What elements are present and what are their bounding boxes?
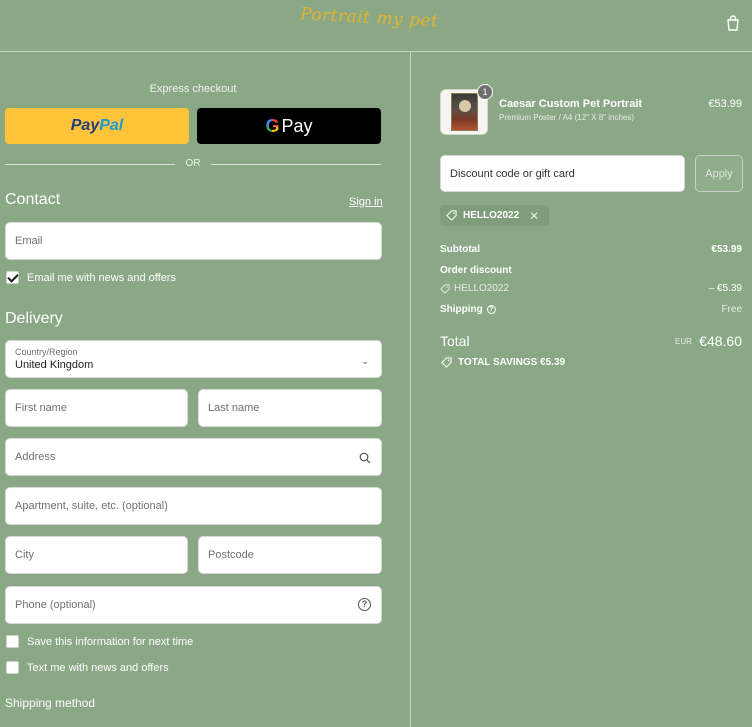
total-savings: TOTAL SAVINGS €5.39 xyxy=(441,357,565,368)
pet-portrait-image xyxy=(451,93,478,131)
subtotal-label: Subtotal xyxy=(440,244,480,255)
total-savings-label: TOTAL SAVINGS €5.39 xyxy=(458,357,566,368)
sign-in-link[interactable]: Sign in xyxy=(349,196,383,208)
search-icon xyxy=(359,452,371,464)
help-icon[interactable]: ? xyxy=(486,305,496,314)
last-name-field[interactable]: Last name xyxy=(198,389,382,427)
delivery-title: Delivery xyxy=(5,310,63,327)
tag-icon xyxy=(446,210,457,221)
email-field[interactable]: Email xyxy=(5,222,382,260)
email-news-checkbox-row[interactable]: Email me with news and offers xyxy=(6,271,176,284)
shipping-row: Shipping ? xyxy=(440,304,496,315)
discount-code-field[interactable]: Discount code or gift card xyxy=(440,155,685,192)
express-checkout-title: Express checkout xyxy=(149,83,237,95)
product-name: Caesar Custom Pet Portrait xyxy=(499,98,643,110)
chevron-down-icon: ⌄ xyxy=(361,356,369,366)
paypal-button[interactable]: Pay Pal xyxy=(5,108,189,144)
discount-value: – €5.39 xyxy=(708,283,742,294)
tag-icon xyxy=(440,283,450,294)
email-news-label: Email me with news and offers xyxy=(27,271,176,284)
discount-code-placeholder: Discount code or gift card xyxy=(450,167,575,180)
shipping-method-title: Shipping method xyxy=(5,696,96,710)
apartment-placeholder: Apartment, suite, etc. (optional) xyxy=(15,500,168,512)
last-name-placeholder: Last name xyxy=(208,402,260,414)
first-name-placeholder: First name xyxy=(15,402,67,414)
postcode-placeholder: Postcode xyxy=(208,549,254,561)
text-me-checkbox[interactable] xyxy=(6,661,19,674)
save-info-label: Save this information for next time xyxy=(27,635,194,648)
quantity-badge: 1 xyxy=(477,84,493,100)
save-info-checkbox[interactable] xyxy=(6,635,19,648)
save-info-checkbox-row[interactable]: Save this information for next time xyxy=(6,635,193,648)
email-news-checkbox[interactable] xyxy=(6,271,19,284)
postcode-field[interactable]: Postcode xyxy=(198,536,382,574)
discount-code-label: HELLO2022 xyxy=(454,283,510,294)
total-label: Total xyxy=(440,333,470,349)
applied-discount-code: HELLO2022 xyxy=(463,210,520,221)
address-field[interactable]: Address xyxy=(5,438,382,476)
help-icon[interactable]: ? xyxy=(358,598,371,611)
header: Portrait my pet xyxy=(0,0,752,52)
total-value: €48.60 xyxy=(699,333,742,349)
first-name-field[interactable]: First name xyxy=(5,389,188,427)
product-variant: Premium Poster / A4 (12" X 8" inches) xyxy=(499,113,635,122)
text-me-checkbox-row[interactable]: Text me with news and offers xyxy=(6,661,169,674)
phone-field[interactable]: Phone (optional) ? xyxy=(5,586,382,624)
shopping-bag-icon[interactable] xyxy=(724,14,742,32)
tag-icon xyxy=(441,357,452,368)
or-divider: OR xyxy=(5,157,381,171)
apply-button[interactable]: Apply xyxy=(695,155,743,192)
shipping-label: Shipping xyxy=(440,304,483,315)
city-placeholder: City xyxy=(15,549,34,561)
column-divider xyxy=(410,52,411,727)
discount-line: HELLO2022 xyxy=(440,283,509,294)
google-pay-button[interactable]: G Pay xyxy=(197,108,381,144)
phone-placeholder: Phone (optional) xyxy=(15,599,96,611)
country-select[interactable]: Country/Region United Kingdom ⌄ xyxy=(5,340,382,378)
total-currency: EUR xyxy=(675,337,692,346)
store-logo[interactable]: Portrait my pet xyxy=(300,4,439,31)
paypal-label-part2: Pal xyxy=(99,117,124,134)
subtotal-value: €53.99 xyxy=(711,244,742,255)
email-placeholder: Email xyxy=(15,235,43,247)
address-placeholder: Address xyxy=(15,451,56,463)
apartment-field[interactable]: Apartment, suite, etc. (optional) xyxy=(5,487,382,525)
paypal-label-part1: Pay xyxy=(70,117,100,134)
country-value: United Kingdom xyxy=(15,359,94,371)
city-field[interactable]: City xyxy=(5,536,188,574)
google-g-icon: G xyxy=(265,115,280,136)
text-me-label: Text me with news and offers xyxy=(27,661,169,674)
country-label: Country/Region xyxy=(15,347,78,357)
order-discount-label: Order discount xyxy=(440,265,512,276)
product-price: €53.99 xyxy=(708,98,742,110)
contact-title: Contact xyxy=(5,191,61,208)
applied-discount-chip: HELLO2022 ✕ xyxy=(440,205,550,226)
google-pay-label: Pay xyxy=(281,115,313,136)
remove-discount-icon[interactable]: ✕ xyxy=(529,209,539,223)
shipping-value: Free xyxy=(721,304,742,315)
